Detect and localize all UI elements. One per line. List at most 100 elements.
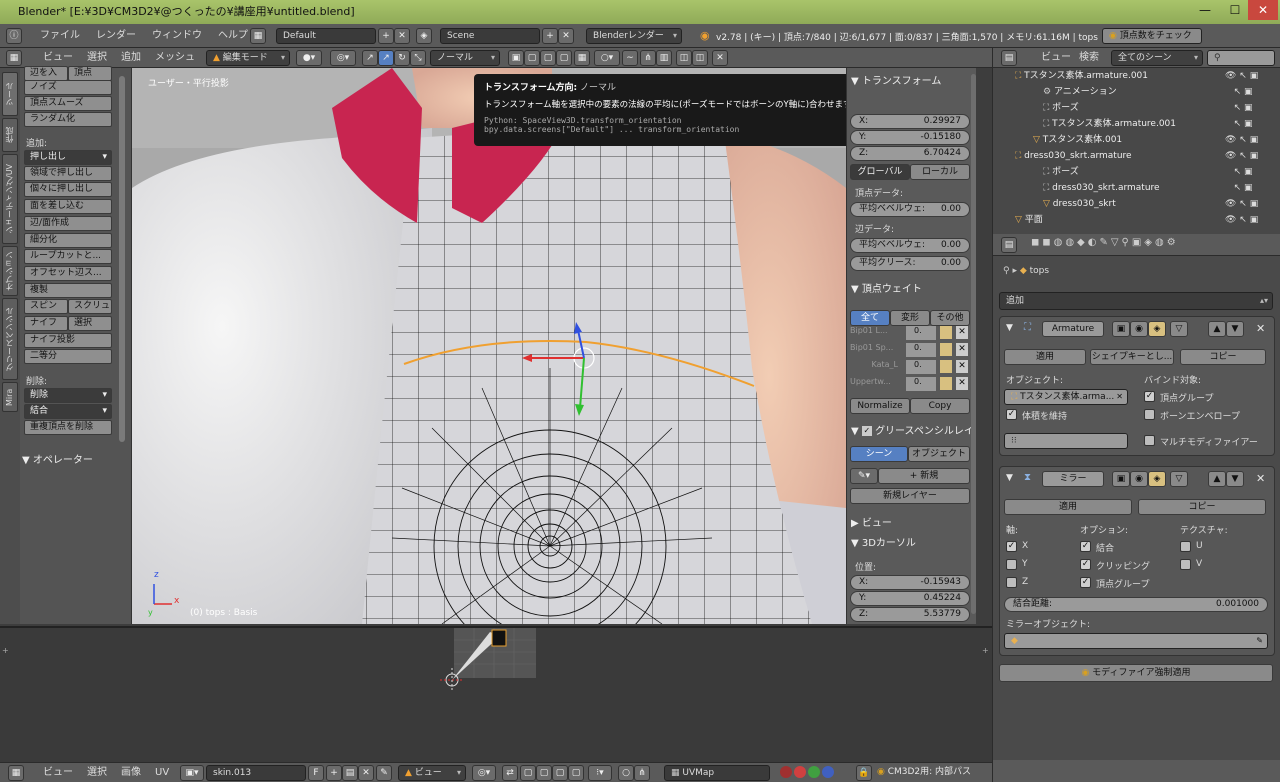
collapse-icon[interactable]: ▼ (1006, 323, 1013, 333)
outliner-restrict-columns[interactable]: 👁 ↖ ▣ ↖ ▣ ↖ ▣ ↖ ▣ 👁 ↖ ▣ 👁 ↖ ▣ ↖ ▣ ↖ ▣ 👁 ↖ ▣… (1225, 68, 1269, 228)
weight-assign-icon[interactable] (940, 343, 952, 356)
scale-manipulator-icon[interactable]: ⤡ (410, 50, 426, 66)
uv-face-select-icon[interactable]: ▢ (552, 765, 568, 781)
weight-assign-icon[interactable] (940, 377, 952, 390)
move-down-button[interactable]: ▼ (1226, 471, 1244, 487)
normalize-button[interactable]: Normalize (850, 398, 910, 414)
force-apply-modifier-button[interactable]: ◉ モディファイア強制適用 (999, 664, 1273, 682)
edge-crease-field[interactable]: 平均クリース: 0.00 (850, 256, 970, 271)
inset-faces-button[interactable]: 面を差し込む (24, 199, 112, 214)
npanel-scrollbar[interactable] (971, 74, 976, 614)
armature-object-field[interactable]: ⛶ Tスタンス素体.arma... ✕ (1004, 389, 1128, 405)
modifier-render-toggle[interactable]: ▣ (1112, 321, 1130, 337)
cursor-y-field[interactable]: Y: 0.45224 (850, 591, 970, 606)
list-item[interactable]: Uppertw... 0. ✕ (850, 377, 970, 393)
screw-button[interactable]: スクリュ (68, 299, 112, 314)
vertex-bevel-weight-field[interactable]: 平均ベベルウェ: 0.00 (850, 202, 970, 217)
bone-envelopes-checkbox[interactable] (1144, 409, 1155, 420)
pin-icon[interactable]: ✎ (376, 765, 392, 781)
local-toggle[interactable]: ローカル (910, 164, 970, 180)
uv-menu-image[interactable]: 画像 (114, 763, 148, 782)
open-image-icon[interactable]: ▤ (342, 765, 358, 781)
armature-apply-shape-button[interactable]: シェイプキーとし... (1090, 349, 1174, 365)
transform-panel-header[interactable]: ▼ トランスフォーム (851, 72, 941, 87)
offset-edge-button[interactable]: オフセット辺ス... (24, 266, 112, 281)
uv-image-editor[interactable]: + + (0, 626, 992, 762)
outliner-menu-search[interactable]: 検索 (1071, 48, 1107, 68)
uv-menu-select[interactable]: 選択 (80, 763, 114, 782)
occlude-geometry-icon[interactable]: ▦ (574, 50, 590, 66)
noise-button[interactable]: ノイズ (24, 80, 112, 95)
uv-sync-icon[interactable]: ⇄ (502, 765, 518, 781)
merge-distance-field[interactable]: 結合距離: 0.001000 (1004, 597, 1268, 612)
layout-icon[interactable]: ▦ (250, 28, 266, 44)
grease-pencil-layer-header[interactable]: ▼ ✓ グリースペンシルレイ (851, 422, 974, 437)
mirror-z-checkbox[interactable] (1006, 577, 1017, 588)
mirror-object-field[interactable]: ◆ ✎ (1004, 633, 1268, 649)
median-z-field[interactable]: Z: 6.70424 (850, 146, 970, 161)
image-browse-icon[interactable]: ▣▾ (180, 765, 204, 781)
loop-cut-button[interactable]: ループカットと... (24, 249, 112, 264)
remove-doubles-button[interactable]: 重複頂点を削除 (24, 420, 112, 435)
render-engine-selector[interactable]: Blenderレンダー ▾ (586, 28, 682, 44)
modifier-render-toggle[interactable]: ▣ (1112, 471, 1130, 487)
manipulator-toggle-icon[interactable]: ↗ (362, 50, 378, 66)
grease-source-object[interactable]: オブジェクト (908, 446, 970, 462)
uv-vertex-select-icon[interactable]: ▢ (520, 765, 536, 781)
grease-pencil-icon[interactable]: ✎▾ (850, 468, 878, 484)
weight-remove-icon[interactable]: ✕ (956, 377, 968, 390)
face-select-icon[interactable]: ▢ (556, 50, 572, 66)
3d-cursor-panel-header[interactable]: ▼ 3Dカーソル (851, 534, 916, 549)
weights-tab-all[interactable]: 全て (850, 310, 890, 326)
median-y-field[interactable]: Y: -0.15180 (850, 130, 970, 145)
modifier-viewport-toggle[interactable]: ◉ (1130, 321, 1148, 337)
merge-dropdown[interactable]: 結合 ▾ (24, 404, 112, 419)
delete-dropdown[interactable]: 削除 ▾ (24, 388, 112, 403)
randomize-button[interactable]: ランダム化 (24, 112, 112, 127)
tab-shading-uv[interactable]: シェーディング/UV (2, 154, 18, 244)
make-edge-face-button[interactable]: 辺/面作成 (24, 216, 112, 231)
editor-type-icon[interactable]: ▤ (1001, 237, 1017, 253)
3d-viewport[interactable]: ユーザー・平行投影 (0) tops : Basis z x y (132, 68, 846, 624)
uv-pivot-selector[interactable]: ◎▾ (472, 765, 496, 781)
uv-menu-view[interactable]: ビュー (36, 763, 80, 782)
uv-menu-uv[interactable]: UV (148, 763, 176, 782)
unlink-image-button[interactable]: ✕ (358, 765, 374, 781)
armature-copy-button[interactable]: コピー (1180, 349, 1266, 365)
list-item[interactable]: Kata_L 0. ✕ (850, 360, 970, 376)
duplicate-button[interactable]: 複製 (24, 283, 112, 298)
layers-icon[interactable]: ▣ (508, 50, 524, 66)
close-button[interactable]: ✕ (1248, 0, 1278, 20)
edge-bevel-weight-field[interactable]: 平均ベベルウェ: 0.00 (850, 238, 970, 253)
uv-island-select-icon[interactable]: ▢ (568, 765, 584, 781)
menu-select[interactable]: 選択 (80, 48, 114, 68)
fake-user-toggle[interactable]: F (308, 765, 324, 781)
copy-weights-button[interactable]: Copy (910, 398, 970, 414)
smooth-vertex-button[interactable]: 頂点スムーズ (24, 96, 112, 111)
grease-source-scene[interactable]: シーン (850, 446, 908, 462)
operator-panel-header[interactable]: ▼ オペレーター (22, 451, 93, 466)
weights-tab-deform[interactable]: 変形 (890, 310, 930, 326)
bisect-button[interactable]: 二等分 (24, 349, 112, 364)
scene-icon[interactable]: ◈ (416, 28, 432, 44)
add-modifier-dropdown[interactable]: 追加 ▴▾ (999, 292, 1273, 310)
global-toggle[interactable]: グローバル (850, 164, 910, 180)
falloff-icon[interactable]: ∼ (622, 50, 638, 66)
tab-grease-pencil[interactable]: グリースペンシル (2, 298, 18, 380)
edge-select-icon[interactable]: ▢ (540, 50, 556, 66)
check-vertex-count-button[interactable]: ◉ 頂点数をチェック (1102, 28, 1202, 44)
move-down-button[interactable]: ▼ (1226, 321, 1244, 337)
add-layout-button[interactable]: + (378, 28, 394, 44)
minimize-button[interactable]: — (1190, 0, 1220, 20)
scene-selector[interactable]: Scene (440, 28, 540, 44)
vertex-weights-header[interactable]: ▼ 頂点ウェイト (851, 280, 922, 295)
uv-proportional-icon[interactable]: ○ (618, 765, 634, 781)
knife-project-button[interactable]: ナイフ投影 (24, 333, 112, 348)
editor-type-icon[interactable]: ⓘ (6, 28, 22, 44)
tab-options[interactable]: オプション (2, 246, 18, 296)
multi-modifier-checkbox[interactable] (1144, 435, 1155, 446)
maximize-button[interactable]: ☐ (1220, 0, 1250, 20)
pivot-selector[interactable]: ◎▾ (330, 50, 356, 66)
rotate-manipulator-icon[interactable]: ↻ (394, 50, 410, 66)
menu-mesh[interactable]: メッシュ (148, 48, 202, 68)
